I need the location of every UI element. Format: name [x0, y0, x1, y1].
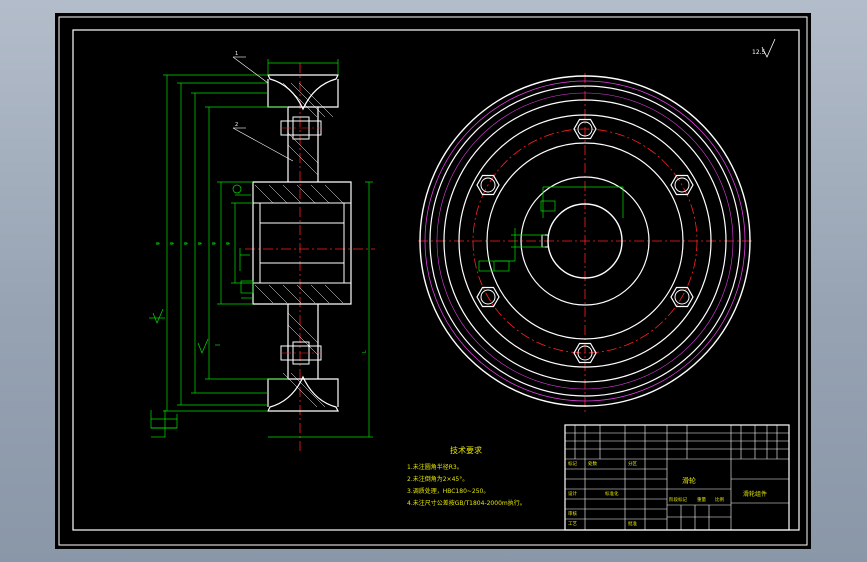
title-block: 滑轮 滑轮组件 标记 处数 分区 设计 标准化 审核 工艺 批准 阶段标记 重量… — [564, 424, 790, 531]
cell-review: 审核 — [568, 510, 577, 517]
cad-viewport: 12.5 φ φ φ φ φ φ L 1 2 技术要求 1.未注圆角半径R3。 … — [0, 0, 867, 562]
tech-req-item-4: 4.未注尺寸公差按GB/T1804-2000m执行。 — [407, 499, 526, 507]
tech-req-item-1: 1.未注圆角半径R3。 — [407, 463, 463, 471]
tech-req-item-3: 3.调质处理，HBC180~250。 — [407, 487, 489, 495]
cell-stage: 阶段标记 — [669, 496, 687, 503]
roughness-symbol: 12.5 — [752, 38, 776, 58]
cell-zone: 分区 — [628, 460, 637, 467]
svg-text:L: L — [362, 350, 368, 353]
svg-text:φ: φ — [155, 241, 161, 245]
part-label-2: 2 — [235, 122, 238, 128]
cell-count: 处数 — [588, 460, 597, 467]
cell-scale: 比例 — [715, 496, 724, 503]
svg-text:φ: φ — [211, 241, 217, 245]
svg-text:φ: φ — [183, 241, 189, 245]
drawing-number: 滑轮组件 — [743, 490, 767, 498]
section-hatch — [254, 82, 344, 408]
svg-text:φ: φ — [197, 241, 203, 245]
front-view — [418, 73, 755, 413]
part-label-1: 1 — [235, 51, 238, 57]
technical-requirements: 技术要求 1.未注圆角半径R3。 2.未注倒角为2×45°。 3.调质处理，HB… — [407, 445, 526, 507]
drawing-sheet: 12.5 φ φ φ φ φ φ L 1 2 技术要求 1.未注圆角半径R3。 … — [55, 13, 811, 549]
dimension-lines — [149, 59, 373, 438]
cell-process: 工艺 — [568, 521, 577, 527]
cell-design: 设计 — [568, 490, 577, 497]
cell-mark: 标记 — [568, 460, 577, 467]
svg-text:φ: φ — [225, 241, 231, 245]
tech-req-title: 技术要求 — [450, 445, 482, 455]
svg-text:φ: φ — [169, 241, 175, 245]
part-name: 滑轮 — [682, 476, 696, 485]
tech-req-item-2: 2.未注倒角为2×45°。 — [407, 475, 468, 483]
cell-weight: 重量 — [697, 496, 706, 503]
front-dimensions — [478, 186, 624, 272]
pulley-drawing: 12.5 φ φ φ φ φ φ L 1 2 技术要求 1.未注圆角半径R3。 … — [58, 16, 808, 546]
cell-approve: 批准 — [628, 520, 637, 527]
section-view: φ φ φ φ φ φ L 1 2 — [149, 51, 375, 453]
cell-standard: 标准化 — [605, 490, 619, 497]
roughness-value: 12.5 — [752, 49, 766, 56]
part-leaders — [232, 56, 294, 162]
